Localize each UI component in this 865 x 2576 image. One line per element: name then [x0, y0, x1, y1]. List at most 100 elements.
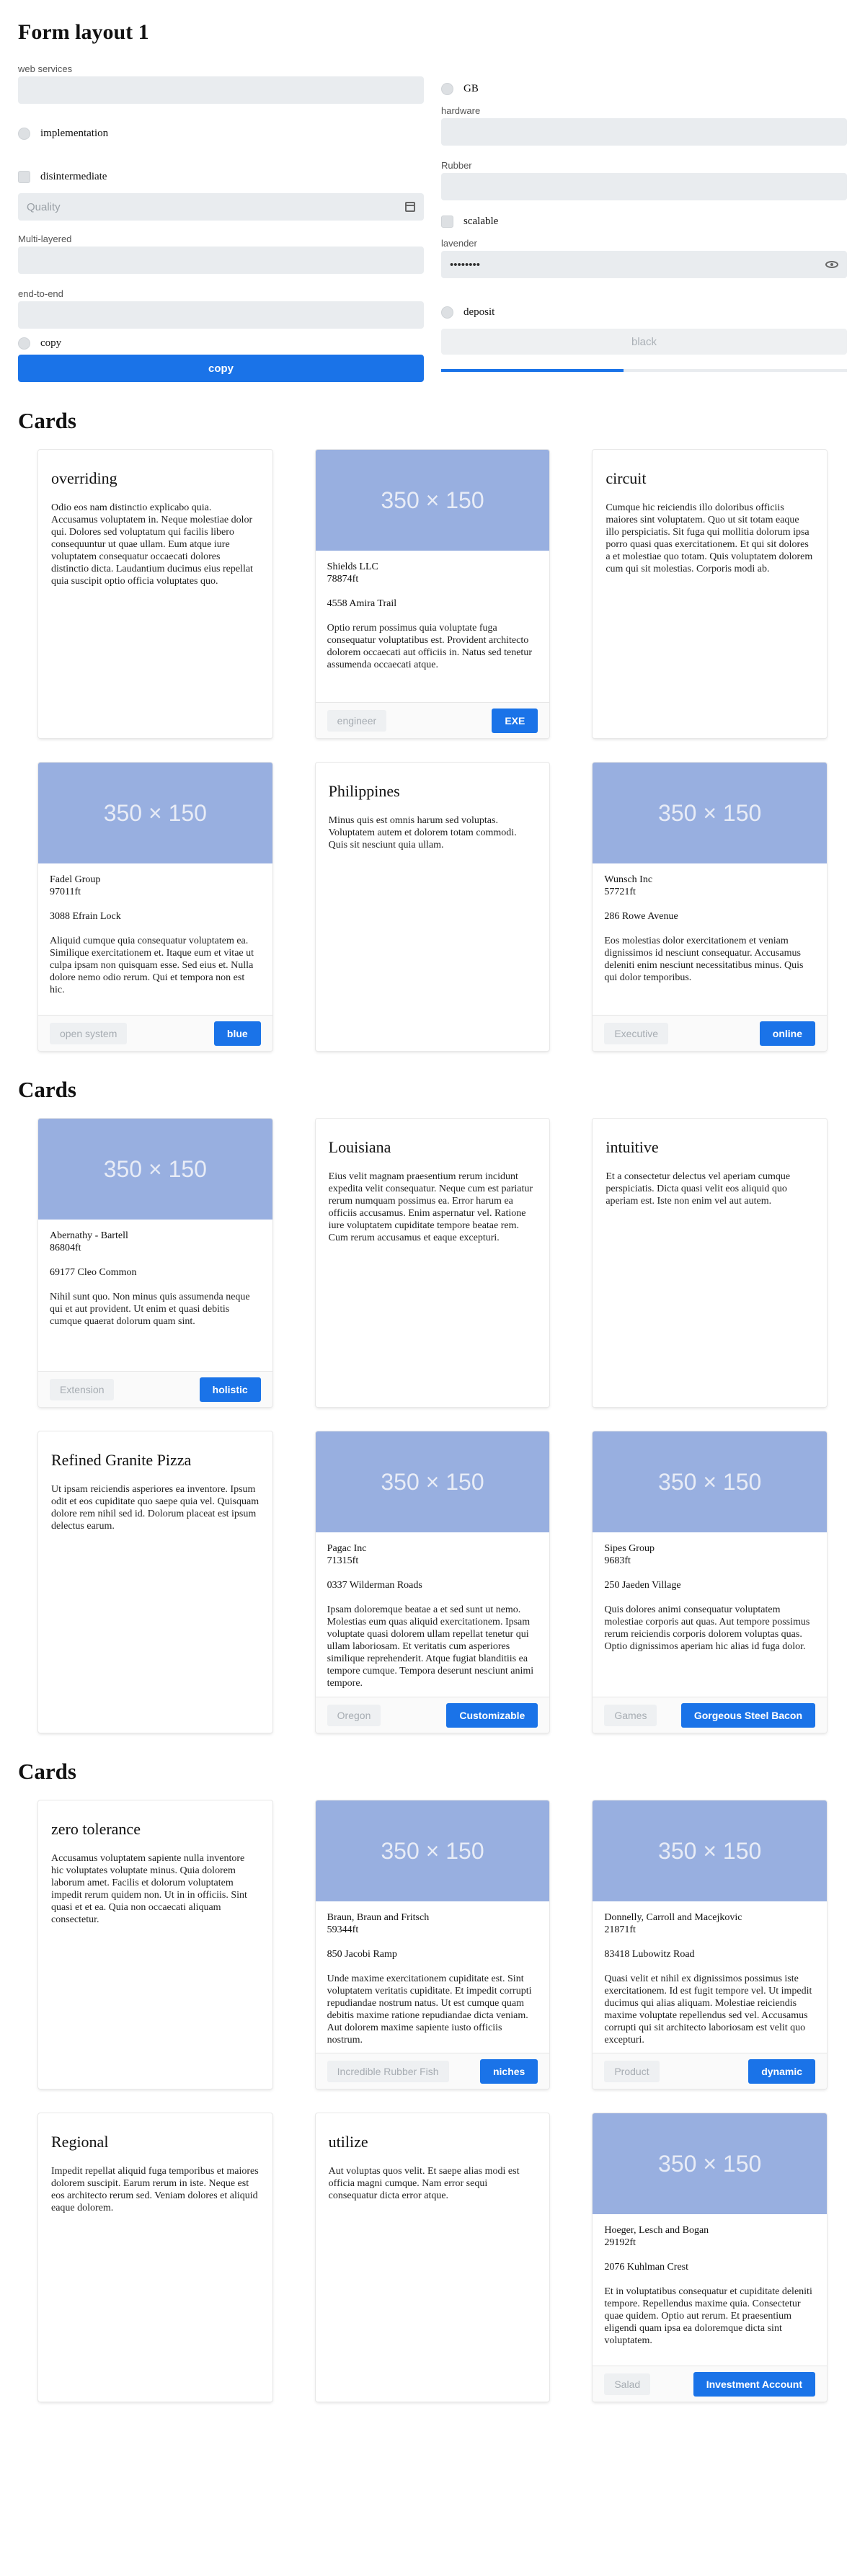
card-image-placeholder: 350 × 150 [593, 2113, 828, 2214]
implementation-label: implementation [40, 127, 109, 139]
card-body: Regional Impedit repellat aliquid fuga t… [38, 2113, 272, 2214]
card-tag-button[interactable]: Salad [604, 2373, 651, 2395]
card-action-button[interactable]: holistic [199, 1377, 261, 1402]
card-action-button[interactable]: niches [479, 2058, 538, 2084]
card-action-button[interactable]: EXE [492, 708, 538, 733]
gb-radio-row[interactable]: GB [441, 72, 847, 105]
calendar-icon[interactable] [405, 202, 415, 212]
implementation-radio-row[interactable]: implementation [18, 105, 424, 161]
date-placeholder: Quality [27, 200, 61, 213]
card-tag-button[interactable]: Extension [50, 1378, 115, 1400]
form-right-column: GB hardware Rubber scalable lavender •••… [441, 63, 847, 382]
rubber-input[interactable] [441, 173, 847, 200]
card-action-button[interactable]: online [759, 1021, 816, 1046]
card-size: 59344ft [327, 1924, 359, 1935]
card-address: 4558 Amira Trail [327, 598, 397, 609]
card-image-placeholder: 350 × 150 [593, 1431, 828, 1532]
card-body: utilize Aut voluptas quos velit. Et saep… [316, 2113, 550, 2202]
card-image-placeholder: 350 × 150 [315, 450, 550, 551]
cards-section: Cards overriding Odio eos nam distinctio… [18, 407, 847, 1051]
card-action-button[interactable]: Investment Account [693, 2371, 816, 2397]
card-footer: Incredible Rubber Fish niches [315, 2053, 550, 2089]
card-text: Eos molestias dolor exercitationem et ve… [604, 936, 804, 983]
card-action-button[interactable]: dynamic [748, 2058, 816, 2084]
card-body: Refined Granite Pizza Ut ipsam reiciendi… [38, 1431, 272, 1532]
card-company: Pagac Inc [327, 1543, 367, 1554]
card-tag-button[interactable]: Oregon [327, 1704, 381, 1726]
date-input[interactable]: Quality [18, 193, 424, 221]
card-tag-button[interactable]: Games [604, 1704, 657, 1726]
black-disabled-button: black [441, 329, 847, 355]
hardware-field: hardware [441, 105, 847, 147]
scalable-checkbox[interactable] [441, 215, 453, 228]
card: 350 × 150 Hoeger, Lesch and Bogan 29192f… [593, 2113, 828, 2402]
card-image-placeholder: 350 × 150 [593, 763, 828, 863]
card-tag-button[interactable]: Product [604, 2060, 660, 2082]
card-text: Odio eos nam distinctio explicabo quia. … [51, 502, 253, 587]
card-size: 97011ft [50, 887, 81, 897]
card-image-placeholder: 350 × 150 [315, 1431, 550, 1532]
copy-radio-label: copy [40, 337, 62, 349]
card-action-button[interactable]: Gorgeous Steel Bacon [680, 1702, 816, 1728]
card-body: Hoeger, Lesch and Bogan 29192ft 2076 Kuh… [593, 2214, 827, 2347]
card-tag-button[interactable]: Incredible Rubber Fish [327, 2060, 449, 2082]
card-address: 250 Jaeden Village [604, 1580, 681, 1591]
card-action-button[interactable]: blue [213, 1021, 261, 1046]
cards-section: Cards 350 × 150 Abernathy - Bartell 86804… [18, 1075, 847, 1733]
card-footer: Games Gorgeous Steel Bacon [593, 1697, 828, 1733]
card-company: Donnelly, Carroll and Macejkovic [604, 1912, 742, 1923]
deposit-radio[interactable] [441, 306, 453, 319]
card-body: Pagac Inc 71315ft 0337 Wilderman Roads I… [316, 1532, 550, 1689]
hardware-label: hardware [441, 105, 481, 116]
hardware-input[interactable] [441, 118, 847, 146]
copy-submit-button[interactable]: copy [18, 355, 424, 382]
password-input[interactable]: •••••••• [441, 251, 847, 278]
card-title: intuitive [606, 1138, 659, 1156]
card-company: Abernathy - Bartell [50, 1230, 128, 1241]
rubber-field: Rubber [441, 160, 847, 202]
gb-label: GB [463, 82, 479, 94]
card-title: zero tolerance [51, 1820, 141, 1838]
deposit-label: deposit [463, 306, 495, 318]
copy-radio[interactable] [18, 337, 30, 350]
card-tag-button[interactable]: Executive [604, 1022, 669, 1044]
multilayered-field: Multi-layered [18, 234, 424, 275]
card-tag-button[interactable]: engineer [327, 709, 387, 732]
card-action-button[interactable]: Customizable [446, 1702, 538, 1728]
eye-icon[interactable] [825, 261, 838, 268]
card-company: Shields LLC [327, 561, 378, 572]
card-size: 29192ft [604, 2237, 636, 2248]
card-body: Braun, Braun and Fritsch 59344ft 850 Jac… [316, 1901, 550, 2046]
card-address: 0337 Wilderman Roads [327, 1580, 422, 1591]
card-body: Shields LLC 78874ft 4558 Amira Trail Opt… [316, 551, 550, 671]
card-text: Ut ipsam reiciendis asperiores ea invent… [51, 1484, 260, 1532]
end-to-end-input[interactable] [18, 301, 424, 329]
card-text: Impedit repellat aliquid fuga temporibus… [51, 2166, 259, 2213]
card-address: 69177 Cleo Common [50, 1267, 137, 1278]
card-tag-button[interactable]: open system [50, 1022, 128, 1044]
disintermediate-checkbox[interactable] [18, 170, 30, 183]
web-services-field: web services [18, 63, 424, 105]
card-image-placeholder: 350 × 150 [38, 763, 272, 863]
card-image-placeholder: 350 × 150 [315, 1800, 550, 1901]
card-footer: engineer EXE [315, 702, 550, 738]
gb-radio[interactable] [441, 82, 453, 95]
cards-row: 350 × 150 Abernathy - Bartell 86804ft 69… [18, 1119, 847, 1407]
web-services-input[interactable] [18, 76, 424, 104]
disintermediate-checkbox-row[interactable]: disintermediate [18, 161, 424, 192]
end-to-end-label: end-to-end [18, 288, 63, 299]
progress-fill [441, 369, 624, 372]
cards-row: 350 × 150 Fadel Group 97011ft 3088 Efrai… [18, 763, 847, 1051]
scalable-checkbox-row[interactable]: scalable [441, 206, 847, 236]
card-body: Wunsch Inc 57721ft 286 Rowe Avenue Eos m… [593, 863, 827, 984]
copy-radio-row[interactable]: copy [18, 332, 424, 355]
section-title: Cards [18, 408, 76, 433]
card-title: Refined Granite Pizza [51, 1451, 192, 1469]
card-text: Optio rerum possimus quia voluptate fuga… [327, 623, 532, 670]
card-body: zero tolerance Accusamus voluptatem sapi… [38, 1800, 272, 1926]
cards-row: Regional Impedit repellat aliquid fuga t… [18, 2113, 847, 2402]
card-company: Hoeger, Lesch and Bogan [604, 2225, 709, 2236]
implementation-radio[interactable] [18, 127, 30, 140]
multilayered-input[interactable] [18, 247, 424, 274]
deposit-radio-row[interactable]: deposit [441, 296, 847, 329]
